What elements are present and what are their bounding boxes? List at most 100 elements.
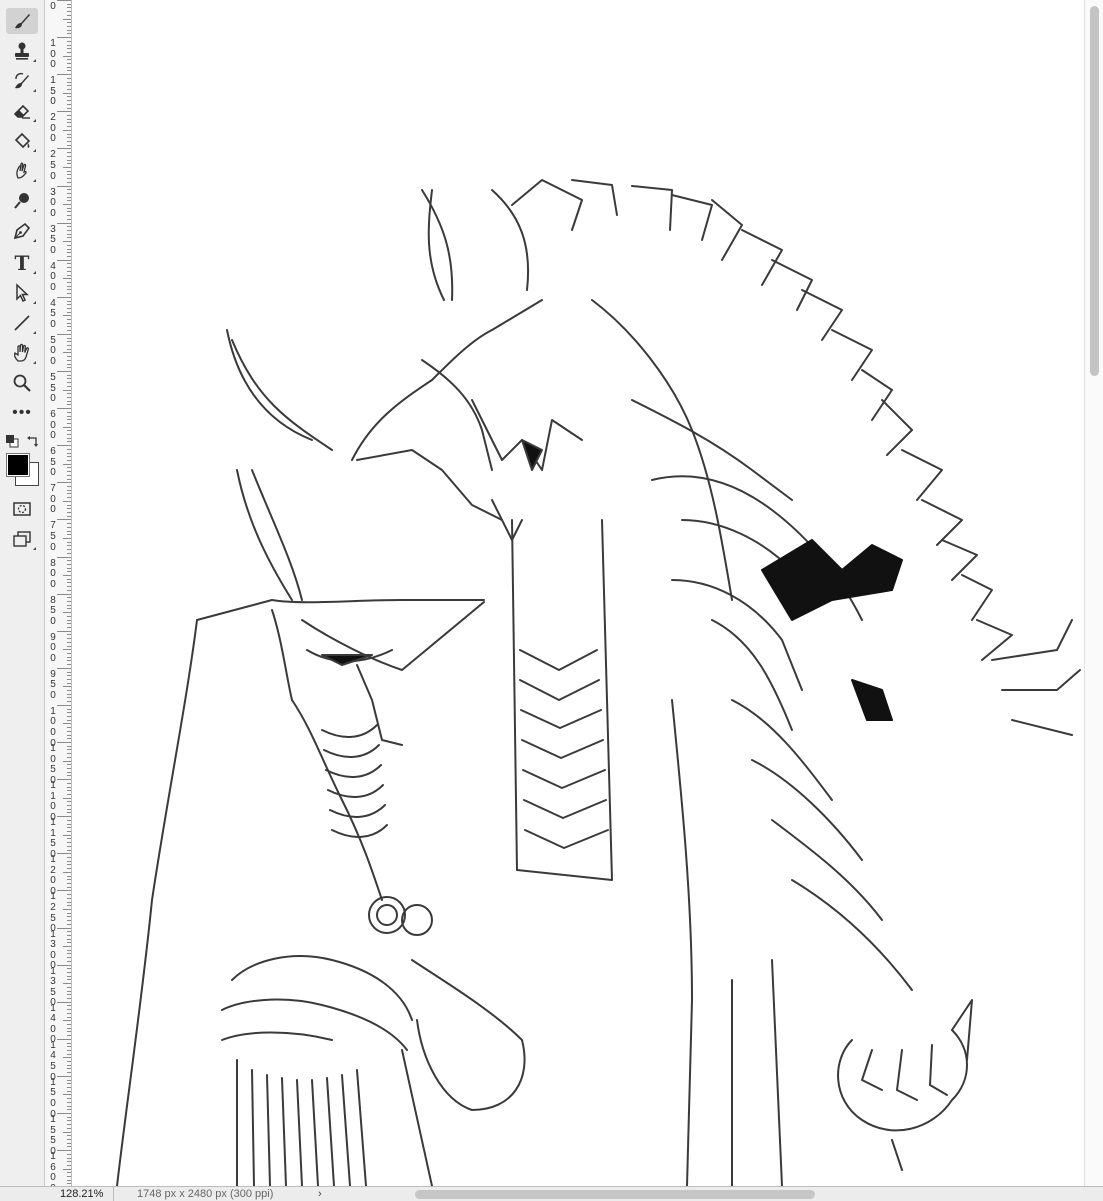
ruler-tick <box>67 396 71 398</box>
ruler-tick <box>67 25 71 27</box>
vertical-scrollbar-thumb[interactable] <box>1090 6 1099 376</box>
ruler-tick <box>67 615 71 617</box>
ruler-tick <box>67 578 71 580</box>
zoom-level[interactable]: 128.21% <box>44 1187 114 1201</box>
ruler-tick <box>67 118 71 120</box>
paint-bucket-tool[interactable] <box>6 128 38 154</box>
hand-tool[interactable] <box>6 340 38 366</box>
ruler-tick <box>57 333 71 335</box>
ruler-tick <box>57 964 71 966</box>
zoom-tool[interactable] <box>6 370 38 396</box>
ruler-tick <box>67 708 71 710</box>
ruler-tick <box>67 311 71 313</box>
ruler-tick <box>67 812 71 814</box>
ruler-tick <box>67 103 71 105</box>
eraser-tool[interactable] <box>6 98 38 124</box>
ruler-tick <box>57 37 71 39</box>
ruler-tick <box>67 990 71 992</box>
ruler-tick <box>67 218 71 220</box>
ruler-tick <box>67 1179 71 1181</box>
ruler-tick <box>63 426 71 428</box>
ruler-tick <box>67 133 71 135</box>
clone-stamp-tool[interactable] <box>6 38 38 64</box>
ruler-tick <box>63 983 71 985</box>
ruler-tick <box>67 140 71 142</box>
ruler-tick <box>67 378 71 380</box>
ruler-tick <box>63 1057 71 1059</box>
ruler-label: 1 5 0 <box>50 75 56 108</box>
brush-icon <box>15 14 30 29</box>
screen-mode-button[interactable] <box>6 526 38 552</box>
ruler-tick <box>67 493 71 495</box>
more-tools[interactable]: ••• <box>6 400 38 426</box>
ruler-tick <box>67 645 71 647</box>
ruler-tick <box>63 389 71 391</box>
paint-bucket-icon <box>14 132 31 149</box>
ruler-tick <box>67 1172 71 1174</box>
ruler-tick <box>67 263 71 265</box>
sketch-artwork <box>116 179 1081 1186</box>
swap-colors-icon[interactable] <box>26 434 40 448</box>
ruler-tick <box>67 738 71 740</box>
default-colors-icon[interactable] <box>5 434 19 448</box>
ruler-tick <box>67 1016 71 1018</box>
pen-tool[interactable] <box>6 218 38 244</box>
ruler-tick <box>57 1150 71 1152</box>
line-tool[interactable] <box>6 310 38 336</box>
ruler-tick <box>67 819 71 821</box>
ruler-tick <box>57 1038 71 1040</box>
ruler-tick <box>67 1164 71 1166</box>
ruler-tick <box>67 753 71 755</box>
ruler-tick <box>67 363 71 365</box>
ruler-label: 4 0 0 <box>50 260 56 293</box>
ruler-tick <box>67 994 71 996</box>
quick-mask-button[interactable] <box>6 496 38 522</box>
ruler-tick <box>63 834 71 836</box>
ruler-tick <box>67 716 71 718</box>
ruler-tick <box>63 1131 71 1133</box>
ruler-tick <box>67 552 71 554</box>
ruler-tick <box>67 782 71 784</box>
ruler-tick <box>67 894 71 896</box>
smudge-icon <box>16 162 27 179</box>
ruler-tick <box>67 623 71 625</box>
dodge-icon <box>14 193 29 209</box>
ruler-tick <box>67 801 71 803</box>
ruler-tick <box>63 241 71 243</box>
ruler-tick <box>57 1113 71 1114</box>
path-selection-tool[interactable] <box>6 280 38 306</box>
ruler-tick <box>67 831 71 833</box>
ruler-tick <box>67 786 71 788</box>
document-canvas[interactable] <box>72 0 1084 1186</box>
horizontal-scrollbar-thumb[interactable] <box>415 1190 815 1199</box>
ruler-tick <box>67 838 71 840</box>
ruler-tick <box>67 237 71 239</box>
ruler-tick <box>67 1064 71 1066</box>
ruler-tick <box>67 289 71 291</box>
ruler-tick <box>67 7 71 9</box>
foreground-color-swatch[interactable] <box>6 453 30 477</box>
ruler-tick <box>67 359 71 361</box>
vertical-scrollbar[interactable] <box>1084 0 1103 1186</box>
status-menu-chevron-icon[interactable]: › <box>318 1187 322 1201</box>
ruler-tick <box>67 972 71 974</box>
history-brush-tool[interactable] <box>6 68 38 94</box>
ruler-tick <box>57 630 71 632</box>
ruler-tick <box>67 400 71 402</box>
brush-tool[interactable] <box>6 8 38 34</box>
ruler-tick <box>67 805 71 807</box>
ruler-tick <box>67 70 71 72</box>
ruler-tick <box>67 827 71 829</box>
ruler-tick <box>67 1049 71 1051</box>
smudge-tool[interactable] <box>6 158 38 184</box>
ruler-tick <box>67 997 71 999</box>
dodge-tool[interactable] <box>6 188 38 214</box>
ruler-tick <box>67 307 71 309</box>
ruler-tick <box>67 790 71 792</box>
ruler-tick <box>67 11 71 13</box>
ruler-tick <box>67 697 71 699</box>
ruler-tick <box>67 63 71 65</box>
tools-panel: T ••• <box>0 0 45 1186</box>
type-tool[interactable]: T <box>6 250 38 276</box>
ruler-tick <box>67 1042 71 1044</box>
